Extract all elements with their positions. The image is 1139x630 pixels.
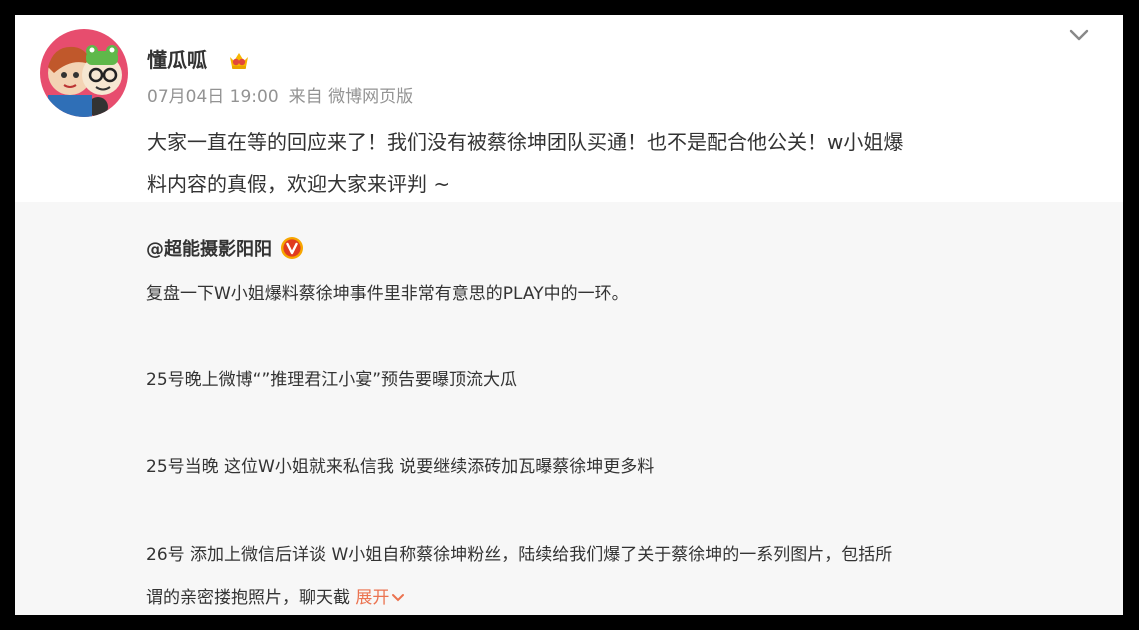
repost-author-row: @超能摄影阳阳 [146,233,304,263]
vip-crown-badge-icon[interactable] [227,48,251,72]
post-source: 来自 微博网页版 [288,87,414,107]
repost-text-segment: 谓的亲密搂抱照片，聊天截 [146,588,350,608]
repost-author-link[interactable]: @超能摄影阳阳 [146,235,272,261]
expand-label: 展开 [355,588,390,608]
post-timestamp[interactable]: 07月04日 19:00 [147,87,279,107]
repost-text-line: 复盘一下W小姐爆料蔡徐坤事件里非常有意思的PLAY中的一环。 [146,284,629,304]
repost-box[interactable]: @超能摄影阳阳 复盘一下W小姐爆料蔡徐坤事件里非常有意思的PLAY中的一环。 2… [15,202,1123,615]
repost-text-line-last: 谓的亲密搂抱照片，聊天截 展开 [146,581,405,615]
repost-text-line: 25号晚上微博“”推理君江小宴”预告要曝顶流大瓜 [146,370,518,390]
expand-chevron-icon [392,594,405,602]
post-text: 大家一直在等的回应来了！我们没有被蔡徐坤团队买通！也不是配合他公关！w小姐爆 料… [147,121,1077,205]
orange-v-verified-icon [281,237,303,259]
post-text-line: 料内容的真假，欢迎大家来评判 ~ [147,172,451,196]
post-meta: 07月04日 19:00 来自 微博网页版 [147,85,423,109]
post-text-line: 大家一直在等的回应来了！我们没有被蔡徐坤团队买通！也不是配合他公关！w小姐爆 [147,130,904,154]
repost-text-line: 25号当晚 这位W小姐就来私信我 说要继续添砖加瓦曝蔡徐坤更多料 [146,457,655,477]
username[interactable]: 懂瓜呱 [147,47,207,73]
weibo-post-card: 懂瓜呱 07月04日 19:00 来自 微博网页版 大家一直在等的回应来了！我们没… [15,15,1123,615]
avatar-illustration [40,29,128,117]
avatar[interactable] [40,29,128,117]
chevron-down-icon[interactable] [1067,25,1091,45]
expand-link[interactable]: 展开 [355,588,405,608]
repost-text-line: 26号 添加上微信后详谈 W小姐自称蔡徐坤粉丝，陆续给我们爆了关于蔡徐坤的一系列… [146,545,893,565]
